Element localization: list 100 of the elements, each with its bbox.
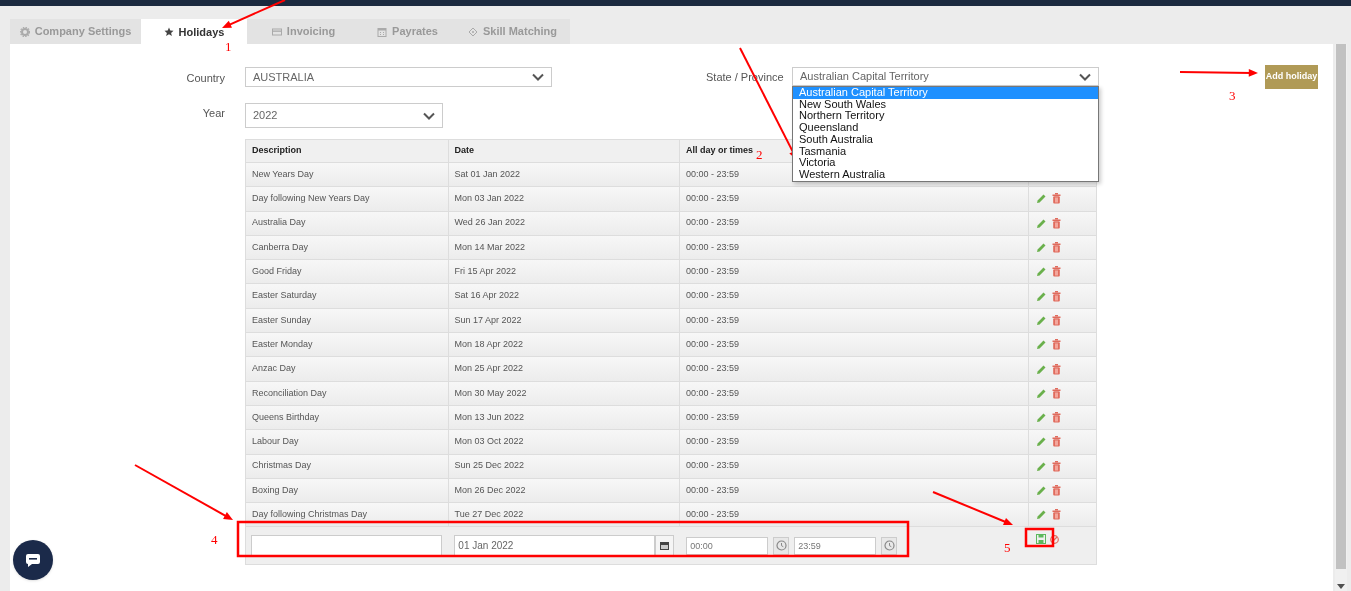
table-cell: 00:00 - 23:59 (680, 405, 1030, 430)
table-cell: Mon 26 Dec 2022 (448, 478, 680, 503)
dropdown-option[interactable]: Tasmania (793, 145, 1098, 158)
dropdown-option[interactable]: Western Australia (793, 168, 1098, 181)
year-select[interactable]: 2022 (245, 103, 443, 128)
table-cell: Labour Day (246, 430, 449, 454)
clock-icon (883, 540, 895, 552)
calendar-icon (660, 541, 670, 551)
table-cell: Sun 25 Dec 2022 (448, 454, 680, 478)
pencil-icon[interactable] (1036, 266, 1048, 278)
table-cell: Mon 13 Jun 2022 (448, 405, 680, 430)
trash-icon[interactable] (1052, 266, 1062, 278)
pencil-icon[interactable] (1036, 509, 1048, 521)
dropdown-option[interactable]: South Australia (793, 133, 1098, 146)
star-icon (163, 27, 174, 37)
dropdown-option[interactable]: Victoria (793, 157, 1098, 169)
annotation-number: 2 (756, 146, 763, 164)
table-cell: Fri 15 Apr 2022 (448, 260, 680, 284)
table-cell: Boxing Day (246, 478, 449, 503)
pencil-icon[interactable] (1036, 485, 1048, 496)
card-icon (271, 26, 282, 37)
trash-icon[interactable] (1052, 387, 1062, 399)
trash-icon[interactable] (1052, 339, 1062, 351)
time-field[interactable]: 00:00 (686, 536, 769, 555)
country-select[interactable]: AUSTRALIA (245, 67, 552, 87)
table-cell: Mon 30 May 2022 (448, 381, 680, 405)
annotation-number: 5 (1004, 539, 1011, 557)
trash-icon[interactable] (1052, 363, 1062, 375)
calendar-icon (377, 26, 388, 37)
column-header: Description (246, 140, 449, 162)
pencil-icon[interactable] (1036, 193, 1048, 205)
field-label: Year (201, 106, 225, 121)
save-icon[interactable] (1036, 534, 1047, 545)
gear-icon (19, 26, 30, 37)
pencil-icon[interactable] (1036, 217, 1048, 229)
dropdown-option[interactable]: Australian Capital Territory (793, 87, 1098, 99)
table-cell: 00:00 - 23:59 (680, 454, 1030, 478)
table-cell: Anzac Day (246, 357, 449, 381)
cancel-icon[interactable] (1050, 534, 1060, 544)
table-cell: Queens Birthday (246, 405, 449, 430)
table-cell: Mon 03 Oct 2022 (448, 430, 680, 454)
trash-icon[interactable] (1052, 314, 1062, 326)
field-label: Country (185, 71, 225, 86)
pencil-icon[interactable] (1036, 363, 1048, 375)
trash-icon[interactable] (1052, 217, 1062, 229)
table-cell: Mon 03 Jan 2022 (448, 187, 680, 211)
date-field[interactable]: 01 Jan 2022 (454, 535, 656, 557)
table-cell: 00:00 - 23:59 (680, 284, 1030, 308)
table-cell: Easter Monday (246, 333, 449, 357)
table-cell: Australia Day (246, 211, 449, 235)
pencil-icon[interactable] (1036, 460, 1048, 472)
calendar-button[interactable] (655, 535, 675, 557)
table-cell: Canberra Day (246, 235, 449, 260)
table-cell: Easter Sunday (246, 308, 449, 333)
pencil-icon[interactable] (1036, 412, 1048, 424)
column-header: Date (448, 140, 680, 162)
annotation-number: 3 (1229, 87, 1236, 105)
pencil-icon[interactable] (1036, 242, 1048, 254)
table-cell: Reconciliation Day (246, 381, 449, 405)
table-cell: Mon 14 Mar 2022 (448, 235, 680, 260)
pencil-icon[interactable] (1036, 290, 1048, 302)
trash-icon[interactable] (1052, 509, 1062, 521)
pencil-icon[interactable] (1036, 436, 1048, 448)
table-cell: 00:00 - 23:59 (680, 235, 1030, 260)
pencil-icon[interactable] (1036, 339, 1048, 351)
table-cell: 00:00 - 23:59 (680, 357, 1030, 381)
table-cell: 00:00 - 23:59 (680, 187, 1030, 211)
table-cell: 00:00 - 23:59 (680, 260, 1030, 284)
annotation-arrow (222, 0, 286, 28)
trash-icon[interactable] (1052, 485, 1062, 496)
chevron-down-icon (1079, 72, 1091, 81)
trash-icon[interactable] (1052, 460, 1062, 472)
table-cell: Wed 26 Jan 2022 (448, 211, 680, 235)
table-cell: Day following Christmas Day (246, 503, 449, 527)
highlight-frame (1024, 527, 1055, 548)
table-cell: 00:00 - 23:59 (680, 430, 1030, 454)
table-cell: 00:00 - 23:59 (680, 333, 1030, 357)
dropdown-option[interactable]: Queensland (793, 122, 1098, 134)
input-field[interactable] (251, 535, 442, 557)
trash-icon[interactable] (1052, 193, 1062, 205)
time-field[interactable]: 23:59 (794, 536, 877, 555)
table-cell: Tue 27 Dec 2022 (448, 503, 680, 527)
dropdown-option[interactable]: New South Wales (793, 98, 1098, 111)
pencil-icon[interactable] (1036, 314, 1048, 326)
clock-icon (775, 540, 787, 552)
table-cell: Good Friday (246, 260, 449, 284)
pencil-icon[interactable] (1036, 387, 1048, 399)
trash-icon[interactable] (1052, 290, 1062, 302)
table-cell: Mon 18 Apr 2022 (448, 333, 680, 357)
table-cell: Sat 01 Jan 2022 (448, 163, 680, 187)
trash-icon[interactable] (1052, 436, 1062, 448)
trash-icon[interactable] (1052, 412, 1062, 424)
table-cell: 00:00 - 23:59 (680, 211, 1030, 235)
trash-icon[interactable] (1052, 242, 1062, 254)
table-cell: Easter Saturday (246, 284, 449, 308)
chevron-down-icon (423, 111, 435, 120)
dropdown-option[interactable]: Northern Territory (793, 110, 1098, 123)
table-cell: 00:00 - 23:59 (680, 308, 1030, 333)
scrollbar[interactable] (1335, 44, 1347, 591)
state-select[interactable]: Australian Capital Territory (792, 67, 1099, 86)
